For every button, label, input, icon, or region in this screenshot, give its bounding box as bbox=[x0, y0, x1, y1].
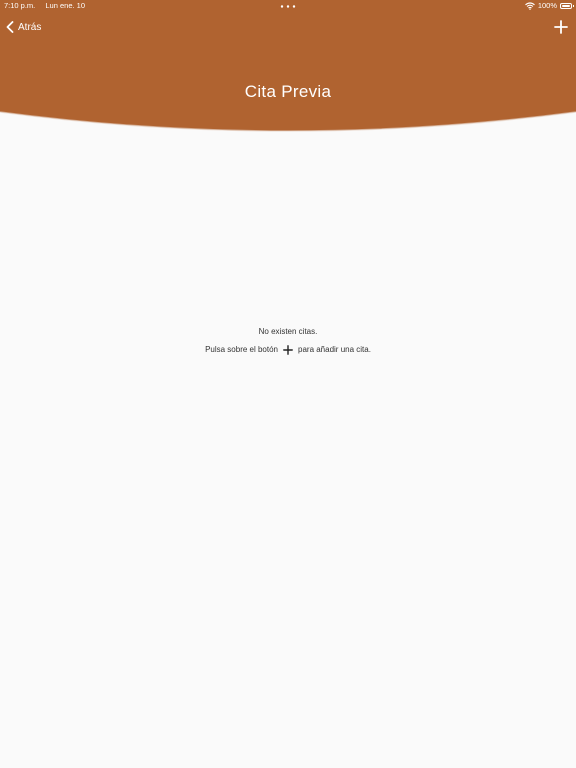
header-background bbox=[0, 0, 576, 132]
status-bar: 7:10 p.m. Lun ene. 10 100% bbox=[0, 0, 576, 12]
empty-state: No existen citas. Pulsa sobre el botón p… bbox=[0, 326, 576, 356]
wifi-icon bbox=[524, 2, 535, 10]
status-date: Lun ene. 10 bbox=[45, 1, 85, 10]
status-right: 100% bbox=[524, 0, 574, 12]
multitasking-dots-icon[interactable] bbox=[280, 5, 296, 8]
battery-percent: 100% bbox=[537, 1, 557, 10]
empty-state-hint: Pulsa sobre el botón para añadir una cit… bbox=[0, 344, 576, 356]
plus-icon bbox=[283, 345, 293, 355]
battery-level bbox=[562, 5, 570, 7]
header: 7:10 p.m. Lun ene. 10 100% Atrás Cita Pr… bbox=[0, 0, 576, 140]
hint-text-before: Pulsa sobre el botón bbox=[205, 345, 278, 354]
empty-state-title: No existen citas. bbox=[258, 327, 318, 336]
back-label: Atrás bbox=[18, 21, 42, 33]
status-left: 7:10 p.m. Lun ene. 10 bbox=[4, 0, 85, 12]
plus-icon bbox=[554, 20, 568, 34]
chevron-left-icon bbox=[6, 21, 14, 33]
status-time: 7:10 p.m. bbox=[4, 1, 36, 10]
battery-icon bbox=[560, 3, 574, 9]
back-button[interactable]: Atrás bbox=[6, 18, 41, 36]
hint-text-after: para añadir una cita. bbox=[298, 345, 371, 354]
add-button[interactable] bbox=[552, 18, 570, 36]
page-title: Cita Previa bbox=[244, 82, 332, 101]
